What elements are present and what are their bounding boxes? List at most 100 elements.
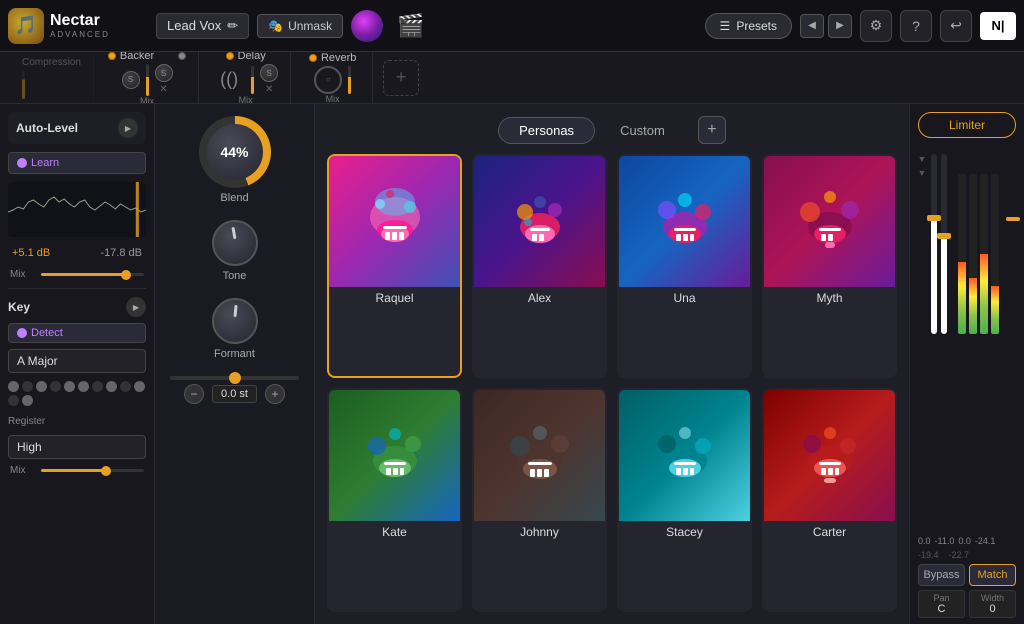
waveform-display: [8, 182, 146, 237]
auto-level-header: Auto-Level ▶: [8, 112, 146, 144]
persona-panel: Personas Custom +: [315, 104, 909, 624]
detect-button[interactable]: Detect: [8, 323, 146, 343]
right-panel: Limiter ▼ ▼: [909, 104, 1024, 624]
formant-label: Formant: [214, 348, 255, 360]
limiter-button[interactable]: Limiter: [918, 112, 1016, 138]
module-active-dot: [108, 52, 116, 60]
blend-knob[interactable]: 44%: [199, 116, 271, 188]
module-dot2: [178, 52, 186, 60]
width-control[interactable]: Width 0: [969, 590, 1016, 618]
main-content: Auto-Level ▶ Learn +5.1 dB -17.8 dB Mix: [0, 104, 1024, 624]
pitch-decrease-btn[interactable]: −: [184, 384, 204, 404]
key-section: Key ▶ Detect A Major B Major C Major: [8, 297, 146, 476]
persona-grid: Raquel Alex: [327, 154, 897, 612]
persona-img-alex: [474, 156, 605, 287]
persona-card-alex[interactable]: Alex: [472, 154, 607, 378]
pan-control[interactable]: Pan C: [918, 590, 965, 618]
divider: [8, 288, 146, 289]
persona-card-carter[interactable]: Carter: [762, 388, 897, 612]
app-name: Nectar: [50, 12, 110, 30]
fader-1[interactable]: [931, 154, 937, 334]
persona-img-kate: [329, 390, 460, 521]
delay-mix-label: Mix: [239, 95, 253, 104]
undo-button[interactable]: ↩: [940, 10, 972, 42]
backer-fader[interactable]: [146, 64, 149, 96]
persona-card-una[interactable]: Una: [617, 154, 752, 378]
delay-module[interactable]: Delay (() S ✕ Mix: [201, 52, 291, 104]
delay-fader[interactable]: [251, 66, 254, 94]
blend-knob-area: 44% Blend: [199, 116, 271, 204]
level-3: 0.0: [958, 536, 971, 546]
level-numbers: 0.0 -11.0 0.0 -24.1: [918, 536, 1016, 546]
pan-width-row: Pan C Width 0: [918, 590, 1016, 618]
persona-img-raquel: [329, 156, 460, 287]
sub-level-2: -22.7: [949, 550, 970, 560]
auto-level-title: Auto-Level: [16, 121, 78, 135]
film-icon[interactable]: 🎬: [391, 13, 430, 39]
bypass-button[interactable]: Bypass: [918, 564, 965, 586]
key-select[interactable]: A Major B Major C Major: [8, 349, 146, 373]
learn-button[interactable]: Learn: [8, 152, 146, 174]
level-negative: -17.8 dB: [100, 247, 142, 259]
formant-knob[interactable]: [212, 298, 258, 344]
persona-card-stacey[interactable]: Stacey: [617, 388, 752, 612]
persona-img-una: [619, 156, 750, 287]
mix-label: Mix: [10, 269, 35, 280]
level-2: -11.0: [935, 536, 955, 546]
persona-name-una: Una: [673, 287, 695, 311]
add-persona-btn[interactable]: +: [698, 116, 726, 144]
persona-img-myth: [764, 156, 895, 287]
backer-knob[interactable]: S: [122, 71, 140, 89]
custom-tab[interactable]: Custom: [599, 117, 686, 144]
reverb-fader[interactable]: [348, 66, 351, 94]
persona-card-raquel[interactable]: Raquel: [327, 154, 462, 378]
reverb-module[interactable]: Reverb ○ Mix: [293, 52, 373, 104]
mix-slider-2[interactable]: [41, 469, 144, 472]
ni-badge: N|: [980, 12, 1016, 40]
mix-slider[interactable]: [41, 273, 144, 276]
match-button[interactable]: Match: [969, 564, 1016, 586]
persona-name-johnny: Johnny: [520, 521, 559, 545]
track-label[interactable]: Lead Vox ✏: [156, 13, 249, 39]
delay-x-btn[interactable]: ✕: [265, 84, 273, 95]
level-1: 0.0: [918, 536, 931, 546]
prev-arrow[interactable]: ◀: [800, 14, 824, 38]
unmask-button[interactable]: 🎭 Unmask: [257, 14, 343, 38]
help-button[interactable]: ?: [900, 10, 932, 42]
presets-button[interactable]: ☰ Presets: [705, 13, 792, 39]
formant-knob-area: Formant: [212, 298, 258, 360]
settings-button[interactable]: ⚙: [860, 10, 892, 42]
next-arrow[interactable]: ▶: [828, 14, 852, 38]
scale-dots: [8, 379, 146, 408]
persona-name-kate: Kate: [382, 521, 407, 545]
personas-tab[interactable]: Personas: [498, 117, 595, 144]
register-select[interactable]: High Mid Low: [8, 435, 146, 459]
pitch-increase-btn[interactable]: +: [265, 384, 285, 404]
left-panel: Auto-Level ▶ Learn +5.1 dB -17.8 dB Mix: [0, 104, 155, 624]
backer-s-knob[interactable]: S: [155, 64, 173, 82]
backer-module[interactable]: Backer S S ✕ Mix: [96, 52, 199, 104]
persona-img-carter: [764, 390, 895, 521]
mix-row: Mix: [8, 269, 146, 280]
key-play-btn[interactable]: ▶: [126, 297, 146, 317]
pitch-controls: − 0.0 st +: [184, 384, 285, 404]
pitch-slider-area: − 0.0 st +: [163, 376, 306, 404]
persona-card-kate[interactable]: Kate: [327, 388, 462, 612]
sub-level-1: -19.4: [918, 550, 939, 560]
tone-label: Tone: [223, 270, 247, 282]
pitch-slider-track[interactable]: [170, 376, 299, 380]
add-module-btn[interactable]: +: [383, 60, 419, 96]
unmask-icon: 🎭: [268, 19, 283, 33]
persona-card-johnny[interactable]: Johnny: [472, 388, 607, 612]
fader-2[interactable]: [941, 154, 947, 334]
tone-knob[interactable]: [212, 220, 258, 266]
persona-card-myth[interactable]: Myth: [762, 154, 897, 378]
persona-name-stacey: Stacey: [666, 521, 703, 545]
orb-icon[interactable]: [351, 10, 383, 42]
top-bar: 🎵 Nectar ADVANCED Lead Vox ✏ 🎭 Unmask 🎬 …: [0, 0, 1024, 52]
delay-s-knob[interactable]: S: [260, 64, 278, 82]
compression-module[interactable]: Compression: [10, 57, 94, 99]
auto-level-play-btn[interactable]: ▶: [118, 118, 138, 138]
persona-tabs: Personas Custom +: [327, 116, 897, 144]
backer-x-btn[interactable]: ✕: [159, 84, 167, 95]
